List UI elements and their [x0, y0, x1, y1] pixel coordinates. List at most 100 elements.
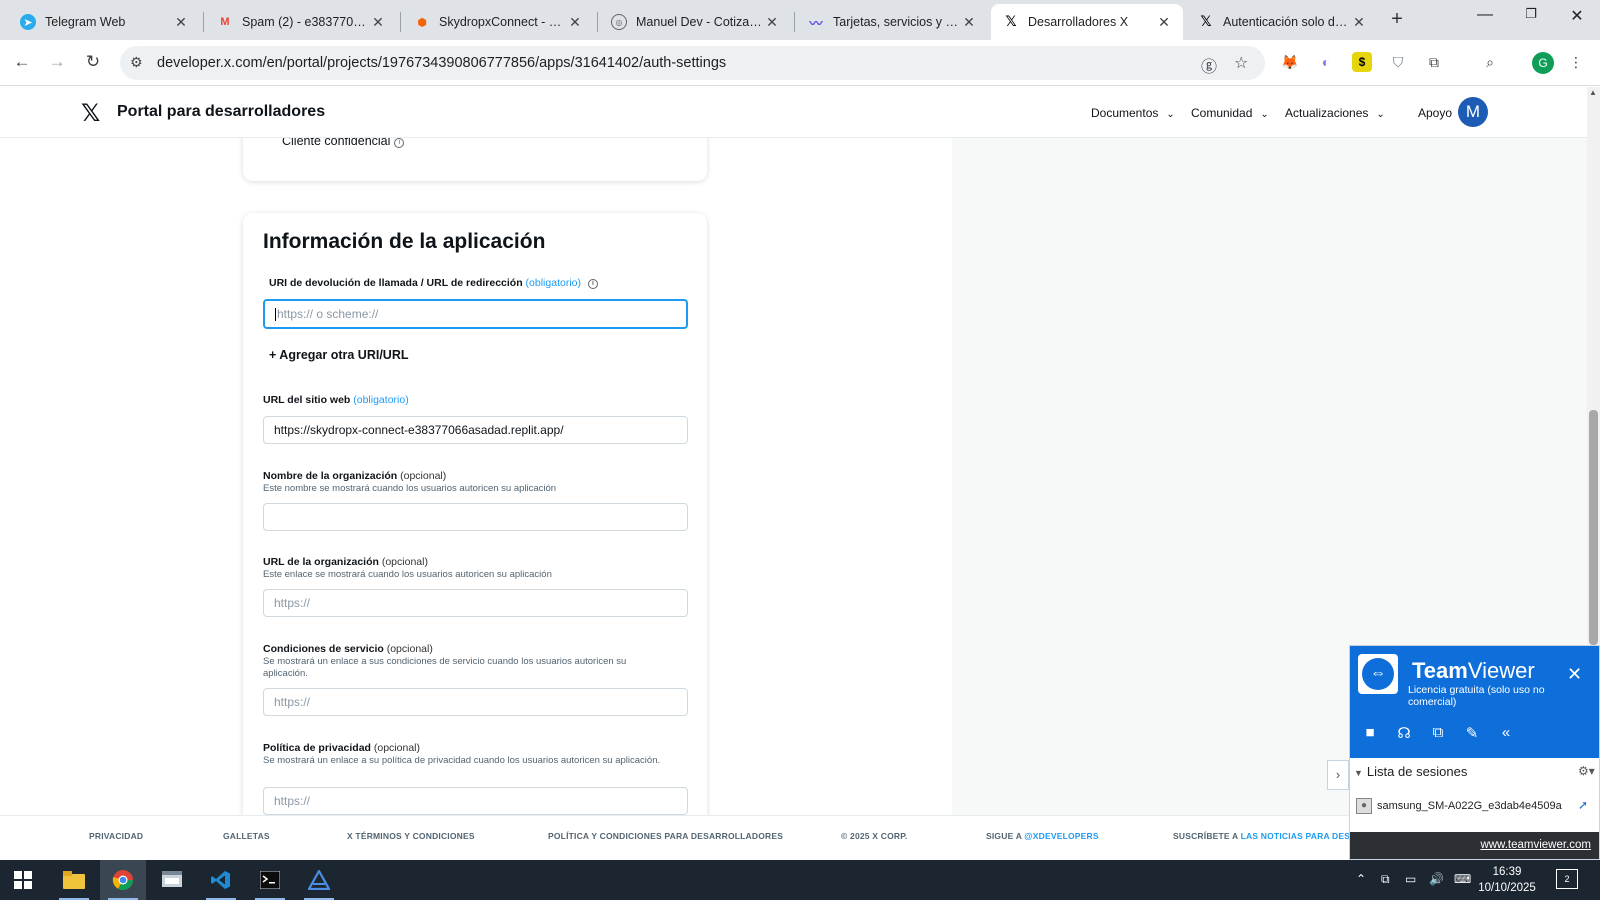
footer-cookies-link[interactable]: GALLETAS — [223, 831, 270, 841]
chevron-down-icon: ⌄ — [1166, 109, 1175, 120]
label-text: Condiciones de servicio — [263, 643, 384, 655]
dollar-extension-icon[interactable]: $ — [1352, 52, 1372, 72]
window-close-button[interactable]: ✕ — [1554, 6, 1600, 26]
file-transfer-icon[interactable]: ⧉ — [1428, 724, 1448, 741]
tab-desarrolladores-x[interactable]: 𝕏 Desarrolladores X ✕ — [991, 4, 1183, 40]
app-window-icon[interactable] — [149, 860, 195, 900]
url-text[interactable]: developer.x.com/en/portal/projects/19767… — [157, 55, 726, 71]
brush-icon[interactable]: ✎ — [1462, 724, 1482, 742]
connect-cursor-icon[interactable]: ➚ — [1578, 798, 1588, 812]
tab-tarjetas[interactable]: 〰 Tarjetas, servicios y pro ✕ — [796, 4, 988, 40]
minimize-button[interactable]: — — [1462, 6, 1508, 24]
volume-icon[interactable]: 🔊 — [1429, 872, 1444, 886]
tray-camera-icon[interactable]: ⧉ — [1381, 872, 1390, 887]
portal-title[interactable]: Portal para desarrolladores — [117, 103, 325, 121]
callback-url-input[interactable]: https:// o scheme:// — [263, 299, 688, 329]
shield-icon[interactable]: ⛉ — [1388, 52, 1408, 72]
vscode-icon[interactable] — [198, 860, 244, 900]
file-explorer-icon[interactable] — [51, 860, 97, 900]
telegram-icon: ➤ — [20, 14, 36, 30]
info-icon[interactable]: i — [394, 138, 405, 148]
label-text: URL de la organización — [263, 556, 379, 568]
address-bar[interactable]: ⚙ developer.x.com/en/portal/projects/197… — [120, 46, 1265, 80]
chrome-menu-icon[interactable]: ⋮ — [1566, 52, 1586, 72]
scroll-up-arrow-icon[interactable]: ▲ — [1589, 88, 1597, 97]
x-logo-icon[interactable]: 𝕏 — [81, 99, 100, 127]
close-icon[interactable]: ✕ — [1350, 14, 1368, 31]
chrome-icon[interactable] — [100, 860, 146, 900]
deploy-app-icon[interactable] — [296, 860, 342, 900]
footer-terms-link[interactable]: X TÉRMINOS Y CONDICIONES — [347, 831, 475, 841]
info-icon[interactable]: i — [587, 279, 598, 289]
privacy-url-input[interactable]: https:// — [263, 787, 688, 815]
optional-tag: (opcional) — [381, 556, 428, 568]
collapse-double-chevron-icon[interactable]: « — [1496, 724, 1516, 741]
tab-replit[interactable]: ⬢ SkydropxConnect - Rep ✕ — [402, 4, 594, 40]
tab-manuel-dev[interactable]: ◎ Manuel Dev - Cotiza, En ✕ — [599, 4, 791, 40]
footer-subscribe[interactable]: SUSCRÍBETE A LAS NOTICIAS PARA DESARROLL… — [1173, 831, 1353, 841]
user-avatar[interactable]: M — [1458, 97, 1488, 127]
terminal-icon[interactable] — [247, 860, 293, 900]
clock-time: 16:39 — [1492, 866, 1522, 878]
tab-title: Tarjetas, servicios y pro — [833, 15, 960, 29]
network-icon[interactable]: ▭ — [1405, 872, 1416, 886]
session-device-row[interactable]: ● samsung_SM-A022G_e3dab4e4509a — [1356, 798, 1562, 814]
subscribe-link[interactable]: LAS NOTICIAS PARA DESARROLLADORES — [1241, 831, 1353, 841]
headset-icon[interactable]: ☊ — [1394, 724, 1414, 742]
footer-privacy-link[interactable]: PRIVACIDAD — [89, 831, 143, 841]
nav-apoyo[interactable]: Apoyo — [1418, 106, 1452, 120]
gear-icon[interactable]: ⚙▾ — [1578, 764, 1595, 778]
close-icon[interactable]: ✕ — [369, 14, 387, 31]
bookmark-star-icon[interactable]: ☆ — [1234, 53, 1248, 73]
video-camera-icon[interactable]: ■ — [1360, 724, 1380, 741]
forward-arrow-icon[interactable]: → — [45, 52, 69, 72]
keyboard-icon[interactable]: ⌨ — [1454, 872, 1471, 886]
notification-center-icon[interactable]: 2 — [1556, 869, 1578, 889]
nav-documentos[interactable]: Documentos ⌄ — [1091, 106, 1175, 120]
org-url-input[interactable]: https:// — [263, 589, 688, 617]
site-info-icon[interactable]: ⚙ — [130, 54, 143, 71]
windows-start-icon[interactable] — [0, 860, 46, 900]
back-arrow-icon[interactable]: ← — [10, 52, 34, 72]
close-icon[interactable]: ✕ — [763, 14, 781, 31]
optional-tag: (opcional) — [373, 742, 420, 754]
close-icon[interactable]: ✕ — [172, 14, 190, 31]
footer-developer-policy-link[interactable]: POLÍTICA Y CONDICIONES PARA DESARROLLADO… — [548, 831, 783, 841]
website-url-input[interactable]: https://skydropx-connect-e38377066asadad… — [263, 416, 688, 444]
close-icon[interactable]: ✕ — [1155, 14, 1173, 31]
tab-telegram[interactable]: ➤ Telegram Web ✕ — [8, 4, 200, 40]
nav-actualizaciones[interactable]: Actualizaciones ⌄ — [1285, 106, 1385, 120]
reload-icon[interactable]: ↻ — [81, 52, 105, 72]
translate-icon[interactable]: ⓖ — [1201, 53, 1217, 77]
tab-search-icon[interactable]: ⌕ — [1480, 52, 1500, 72]
phantom-icon[interactable]: ◐ — [1316, 52, 1336, 72]
nav-label: Documentos — [1091, 106, 1159, 120]
close-icon[interactable]: ✕ — [1567, 664, 1582, 685]
metamask-icon[interactable]: 🦊 — [1280, 52, 1300, 72]
terms-url-input[interactable]: https:// — [263, 688, 688, 716]
new-tab-button[interactable]: + — [1383, 8, 1411, 31]
nav-comunidad[interactable]: Comunidad ⌄ — [1191, 106, 1269, 120]
extensions-puzzle-icon[interactable]: ⧉ — [1424, 52, 1444, 72]
teamviewer-website-link[interactable]: www.teamviewer.com — [1480, 839, 1591, 851]
restore-button[interactable]: ❐ — [1508, 6, 1554, 22]
add-uri-button[interactable]: + Agregar otra URI/URL — [269, 348, 409, 362]
section-heading: Información de la aplicación — [263, 230, 546, 253]
tab-autenticacion[interactable]: 𝕏 Autenticación solo de a ✕ — [1186, 4, 1378, 40]
session-list-title: Lista de sesiones — [1366, 764, 1468, 779]
footer-follow[interactable]: SIGUE A @XDEVELOPERS — [986, 831, 1099, 841]
chrome-profile-avatar[interactable]: G — [1532, 52, 1554, 74]
system-clock[interactable]: 16:39 10/10/2025 — [1477, 864, 1537, 896]
device-name: samsung_SM-A022G_e3dab4e4509a — [1377, 800, 1562, 812]
follow-handle-link[interactable]: @XDEVELOPERS — [1024, 831, 1098, 841]
close-icon[interactable]: ✕ — [960, 14, 978, 31]
scrollbar-thumb[interactable] — [1589, 410, 1598, 645]
tab-gmail[interactable]: M Spam (2) - e38377066@ ✕ — [205, 4, 397, 40]
tray-chevron-up-icon[interactable]: ⌃ — [1356, 872, 1366, 886]
chevron-right-icon[interactable]: › — [1327, 760, 1349, 790]
close-icon[interactable]: ✕ — [566, 14, 584, 31]
org-name-input[interactable] — [263, 503, 688, 531]
footer-copyright: © 2025 X CORP. — [841, 831, 908, 841]
session-list-header[interactable]: ▼ Lista de sesiones — [1354, 764, 1467, 779]
app-info-card: Información de la aplicación URI de devo… — [243, 213, 707, 833]
